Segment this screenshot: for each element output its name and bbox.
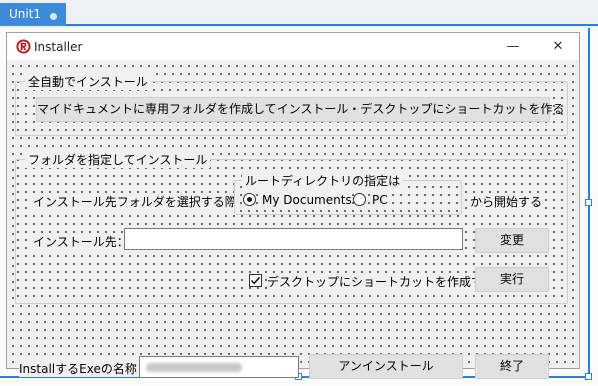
root-directory-group-title: ルートディレクトリの指定は bbox=[242, 172, 404, 189]
radio-pc[interactable]: PC bbox=[353, 192, 397, 208]
folder-install-group-title: フォルダを指定してインストール bbox=[25, 151, 211, 168]
start-folder-label-prefix: インストール先フォルダを選択する際の bbox=[33, 193, 249, 210]
radio-selected-dot bbox=[247, 197, 252, 202]
radio-pc-label: PC bbox=[372, 193, 388, 207]
destination-path-input[interactable] bbox=[124, 228, 463, 250]
installer-window: Installer — ✕ 全自動でインストール マイドキュメントに専用フォルダ… bbox=[6, 32, 580, 379]
tab-label: Unit1 bbox=[9, 7, 42, 21]
auto-install-button[interactable]: マイドキュメントに専用フォルダを作成してインストール・デスクトップにショートカッ… bbox=[36, 97, 564, 122]
exit-button[interactable]: 終了 bbox=[475, 354, 549, 379]
root-directory-group: ルートディレクトリの指定は My Documents PC bbox=[234, 172, 462, 215]
create-shortcut-checkbox[interactable]: デスクトップにショートカットを作成する bbox=[249, 273, 496, 290]
folder-install-group: フォルダを指定してインストール インストール先フォルダを選択する際の ルートディ… bbox=[15, 151, 568, 304]
ide-tab-strip: Unit1 bbox=[0, 0, 598, 26]
app-icon bbox=[16, 39, 31, 54]
destination-label: インストール先： bbox=[33, 233, 129, 250]
radio-my-documents-label: My Documents bbox=[262, 193, 352, 207]
close-button[interactable]: ✕ bbox=[535, 33, 581, 60]
radio-my-documents[interactable]: My Documents bbox=[243, 192, 352, 208]
window-title: Installer bbox=[34, 40, 83, 54]
close-icon: ✕ bbox=[552, 39, 564, 54]
resize-handle-corner[interactable] bbox=[585, 373, 592, 380]
auto-install-group-title: 全自動でインストール bbox=[25, 73, 151, 90]
start-folder-label-suffix: から開始する bbox=[470, 193, 543, 210]
tab-unit1[interactable]: Unit1 bbox=[0, 3, 66, 26]
create-shortcut-checkbox-box bbox=[249, 274, 262, 287]
run-install-button[interactable]: 実行 bbox=[475, 267, 549, 292]
modified-dot-icon bbox=[50, 13, 57, 20]
exe-name-label: InstallするExeの名称： bbox=[19, 360, 149, 377]
auto-install-group: 全自動でインストール マイドキュメントに専用フォルダを作成してインストール・デス… bbox=[15, 73, 568, 136]
radio-my-documents-indicator bbox=[243, 193, 256, 206]
minimize-icon: — bbox=[506, 39, 520, 54]
create-shortcut-label: デスクトップにショートカットを作成する bbox=[267, 273, 496, 290]
title-bar: Installer — ✕ bbox=[7, 33, 579, 60]
checkmark-icon bbox=[250, 276, 261, 285]
resize-handle-right[interactable] bbox=[585, 199, 592, 206]
form-client-area: 全自動でインストール マイドキュメントに専用フォルダを作成してインストール・デス… bbox=[7, 60, 579, 379]
uninstall-button[interactable]: アンインストール bbox=[309, 354, 463, 379]
exe-name-input[interactable] bbox=[139, 356, 299, 378]
redacted-exe-name bbox=[146, 363, 242, 372]
minimize-button[interactable]: — bbox=[490, 33, 536, 60]
radio-pc-indicator bbox=[353, 193, 366, 206]
change-destination-button[interactable]: 変更 bbox=[475, 228, 549, 253]
